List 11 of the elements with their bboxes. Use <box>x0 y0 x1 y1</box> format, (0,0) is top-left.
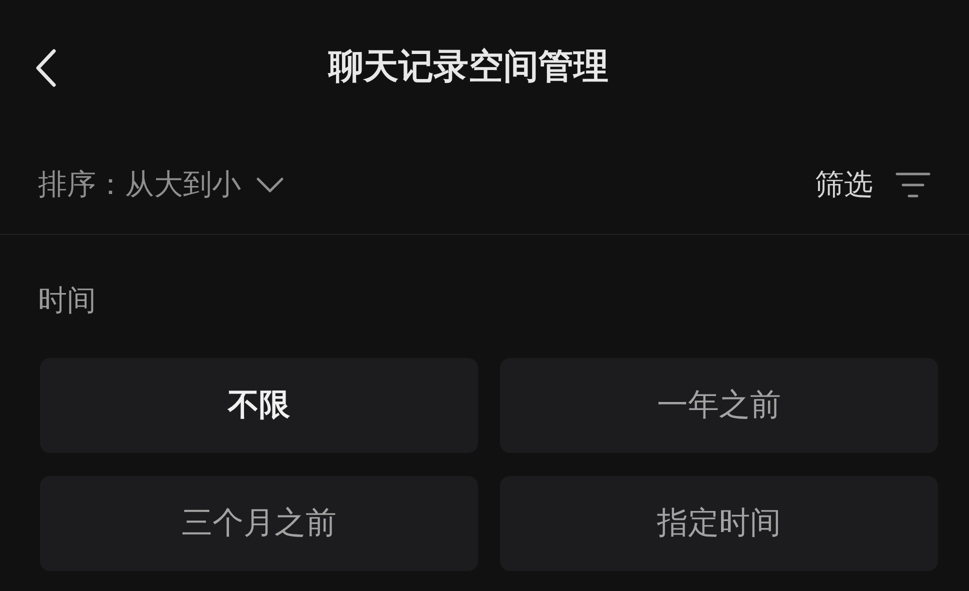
time-option[interactable]: 一年之前 <box>500 358 938 452</box>
filter-button[interactable]: 筛选 <box>815 162 931 206</box>
section-label: 时间 <box>38 282 97 319</box>
time-option[interactable]: 三个月之前 <box>40 476 478 570</box>
time-option[interactable]: 不限 <box>40 358 478 452</box>
sort-dropdown[interactable]: 从大到小 <box>125 162 285 206</box>
page-title: 聊天记录空间管理 <box>328 46 608 90</box>
filter-icon <box>895 170 931 198</box>
chevron-down-icon <box>255 176 285 194</box>
sort-label: 排序： <box>38 166 125 203</box>
time-option[interactable]: 指定时间 <box>500 476 938 570</box>
